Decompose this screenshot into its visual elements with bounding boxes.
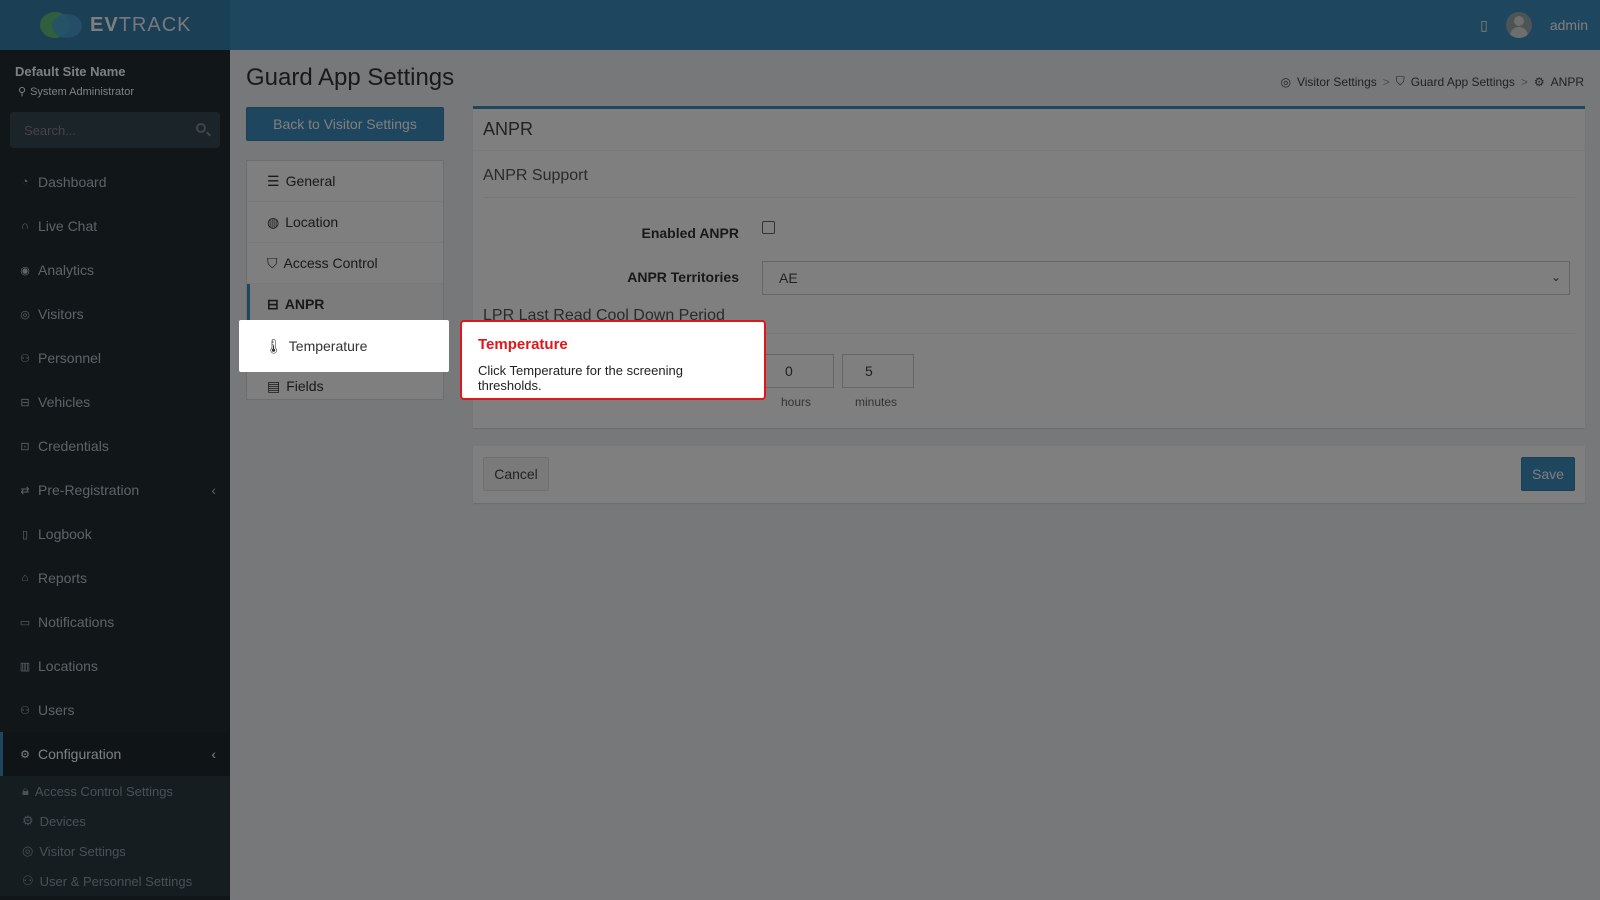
tooltip-text: Click Temperature for the screening thre… <box>478 363 683 393</box>
tooltip-title: Temperature <box>478 336 568 353</box>
tutorial-overlay <box>0 0 1600 900</box>
thermometer-icon: 🌡︎ <box>265 337 283 354</box>
highlighted-temperature-item[interactable]: 🌡︎ Temperature <box>239 320 449 372</box>
highlight-label: Temperature <box>288 338 368 354</box>
tutorial-tooltip: Temperature Click Temperature for the sc… <box>460 320 766 400</box>
